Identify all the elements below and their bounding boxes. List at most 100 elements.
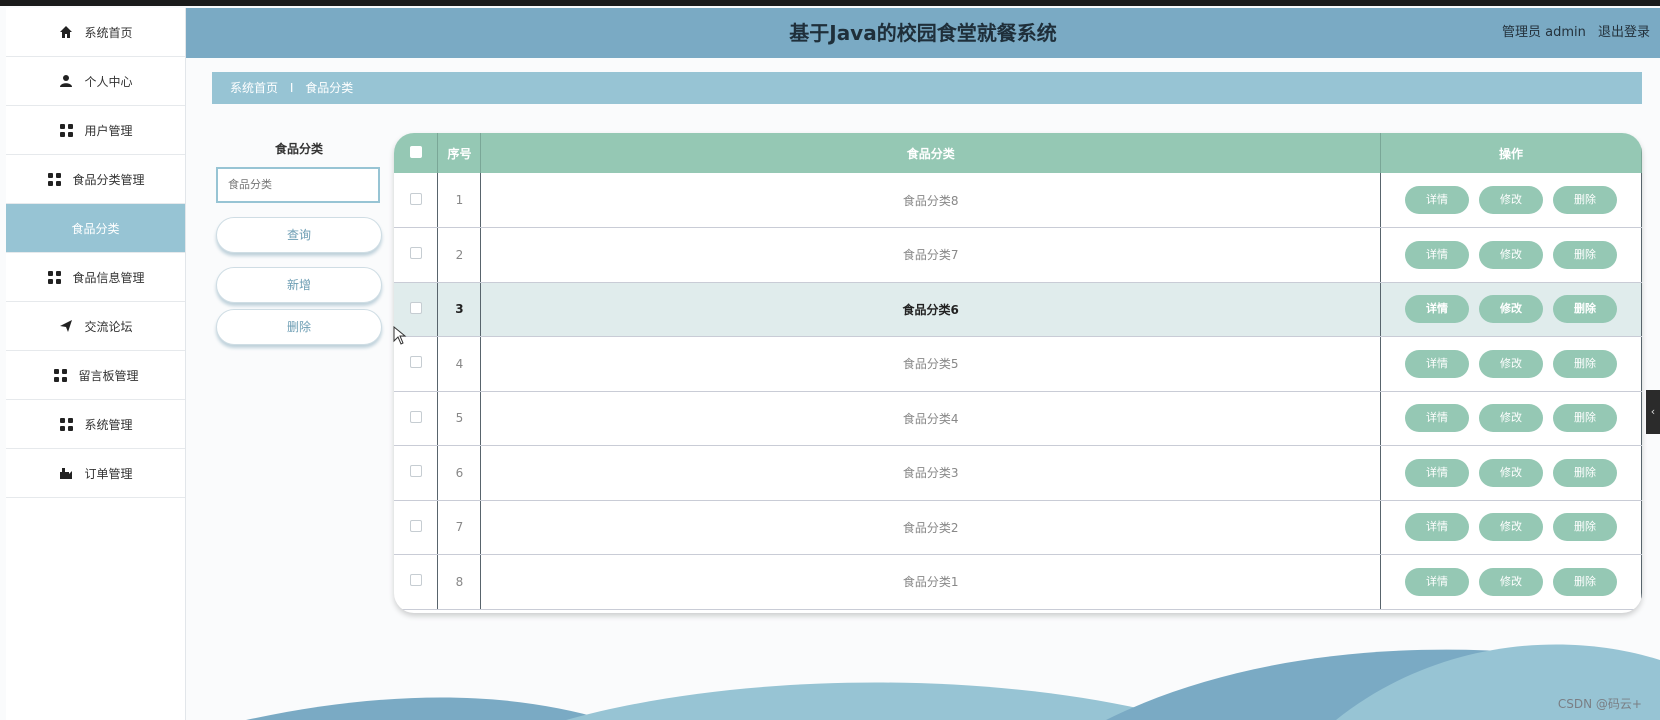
category-search-input[interactable] xyxy=(216,167,380,203)
row-delete-button[interactable]: 删除 xyxy=(1553,458,1617,487)
table-row: 5 食品分类4 详情 修改 删除 xyxy=(394,391,1642,446)
sidebar-item-label: 系统首页 xyxy=(84,25,133,40)
sidebar-item-home[interactable]: 系统首页 xyxy=(6,8,185,57)
row-select-cell[interactable] xyxy=(394,173,439,228)
row-delete-button[interactable]: 删除 xyxy=(1553,567,1617,596)
edit-button[interactable]: 修改 xyxy=(1479,404,1543,433)
row-number: 2 xyxy=(437,227,482,283)
detail-button[interactable]: 详情 xyxy=(1405,240,1469,269)
grid-icon xyxy=(52,367,68,383)
table-row: 8 食品分类1 详情 修改 删除 xyxy=(394,554,1642,610)
row-delete-button[interactable]: 删除 xyxy=(1553,513,1617,542)
watermark: CSDN @码云+ xyxy=(1557,697,1642,711)
table-row: 1 食品分类8 详情 修改 删除 xyxy=(394,173,1642,228)
row-select-cell[interactable] xyxy=(394,227,439,283)
edit-button[interactable]: 修改 xyxy=(1479,349,1543,378)
user-area: 管理员 admin 退出登录 xyxy=(1494,8,1650,58)
sidebar-item-label: 食品分类管理 xyxy=(72,172,145,187)
search-panel: 食品分类 查询 新增 删除 xyxy=(216,140,382,345)
row-checkbox[interactable] xyxy=(409,301,422,314)
detail-button[interactable]: 详情 xyxy=(1405,567,1469,596)
sidebar-item-users[interactable]: 用户管理 xyxy=(6,106,185,155)
row-delete-button[interactable]: 删除 xyxy=(1553,404,1617,433)
sidebar-item-system[interactable]: 系统管理 xyxy=(6,400,185,449)
row-delete-button[interactable]: 删除 xyxy=(1553,240,1617,269)
edit-button[interactable]: 修改 xyxy=(1479,295,1543,324)
select-all-cell[interactable] xyxy=(394,133,439,173)
row-category-name: 食品分类3 xyxy=(480,445,1381,501)
row-select-cell[interactable] xyxy=(394,391,439,446)
sidebar-item-label: 个人中心 xyxy=(84,74,133,89)
breadcrumb-current: 食品分类 xyxy=(305,81,354,95)
row-actions: 详情 修改 删除 xyxy=(1380,445,1642,501)
sidebar-item-forum[interactable]: 交流论坛 xyxy=(6,302,185,351)
row-checkbox[interactable] xyxy=(409,465,422,478)
row-actions: 详情 修改 删除 xyxy=(1380,173,1642,228)
cart-icon xyxy=(58,465,74,481)
edit-button[interactable]: 修改 xyxy=(1479,513,1543,542)
row-number: 4 xyxy=(437,336,482,392)
row-checkbox[interactable] xyxy=(409,519,422,532)
add-button[interactable]: 新增 xyxy=(216,267,382,303)
table-row: 2 食品分类7 详情 修改 删除 xyxy=(394,227,1642,283)
row-category-name: 食品分类2 xyxy=(480,500,1381,555)
sidebar-item-label: 交流论坛 xyxy=(84,319,133,334)
breadcrumb-separator: I xyxy=(289,81,294,95)
row-select-cell[interactable] xyxy=(394,500,439,555)
delete-button[interactable]: 删除 xyxy=(216,309,382,345)
row-delete-button[interactable]: 删除 xyxy=(1553,349,1617,378)
sidebar-item-food-category-manage[interactable]: 食品分类管理 xyxy=(6,155,185,204)
top-header: 基于Java的校园食堂就餐系统 管理员 admin 退出登录 xyxy=(186,8,1660,58)
table-row: 7 食品分类2 详情 修改 删除 xyxy=(394,500,1642,555)
table-row: 6 食品分类3 详情 修改 删除 xyxy=(394,445,1642,501)
breadcrumb-home[interactable]: 系统首页 xyxy=(230,81,278,95)
row-actions: 详情 修改 删除 xyxy=(1380,282,1642,337)
grid-icon xyxy=(58,122,74,138)
edit-button[interactable]: 修改 xyxy=(1479,240,1543,269)
row-delete-button[interactable]: 删除 xyxy=(1553,295,1617,324)
edit-button[interactable]: 修改 xyxy=(1479,458,1543,487)
row-number: 1 xyxy=(437,173,482,228)
sidebar-item-orders[interactable]: 订单管理 xyxy=(6,449,185,498)
sidebar-item-profile[interactable]: 个人中心 xyxy=(6,57,185,106)
edit-button[interactable]: 修改 xyxy=(1479,186,1543,214)
sidebar-item-label: 食品分类 xyxy=(71,221,120,236)
row-delete-button[interactable]: 删除 xyxy=(1553,186,1617,214)
row-category-name: 食品分类8 xyxy=(480,173,1381,228)
grid-icon xyxy=(46,171,62,187)
row-category-name: 食品分类5 xyxy=(480,336,1381,392)
logout-link[interactable]: 退出登录 xyxy=(1598,25,1650,40)
column-header-no: 序号 xyxy=(437,133,482,173)
row-select-cell[interactable] xyxy=(394,554,439,610)
detail-button[interactable]: 详情 xyxy=(1405,513,1469,542)
sidebar-item-food-category[interactable]: 食品分类 xyxy=(6,204,185,253)
row-select-cell[interactable] xyxy=(394,445,439,501)
detail-button[interactable]: 详情 xyxy=(1405,349,1469,378)
detail-button[interactable]: 详情 xyxy=(1405,186,1469,214)
detail-button[interactable]: 详情 xyxy=(1405,295,1469,324)
table-row: 3 食品分类6 详情 修改 删除 xyxy=(394,282,1642,337)
table-row: 4 食品分类5 详情 修改 删除 xyxy=(394,336,1642,392)
detail-button[interactable]: 详情 xyxy=(1405,404,1469,433)
side-panel-handle[interactable]: ‹ xyxy=(1646,390,1660,434)
sidebar-item-label: 系统管理 xyxy=(84,417,133,432)
admin-label[interactable]: 管理员 admin xyxy=(1502,25,1586,40)
edit-button[interactable]: 修改 xyxy=(1479,567,1543,596)
row-checkbox[interactable] xyxy=(409,247,422,260)
row-checkbox[interactable] xyxy=(409,192,422,205)
sidebar-item-food-info[interactable]: 食品信息管理 xyxy=(6,253,185,302)
detail-button[interactable]: 详情 xyxy=(1405,458,1469,487)
select-all-checkbox[interactable] xyxy=(409,145,422,158)
row-checkbox[interactable] xyxy=(409,574,422,587)
user-icon xyxy=(58,73,74,89)
row-category-name: 食品分类6 xyxy=(480,282,1381,337)
row-checkbox[interactable] xyxy=(409,356,422,369)
row-checkbox[interactable] xyxy=(409,410,422,423)
mouse-cursor-icon xyxy=(393,326,407,345)
row-number: 6 xyxy=(437,445,482,501)
row-actions: 详情 修改 删除 xyxy=(1380,391,1642,446)
query-button[interactable]: 查询 xyxy=(216,217,382,253)
grid-icon xyxy=(58,416,74,432)
row-actions: 详情 修改 删除 xyxy=(1380,336,1642,392)
sidebar-item-messages[interactable]: 留言板管理 xyxy=(6,351,185,400)
